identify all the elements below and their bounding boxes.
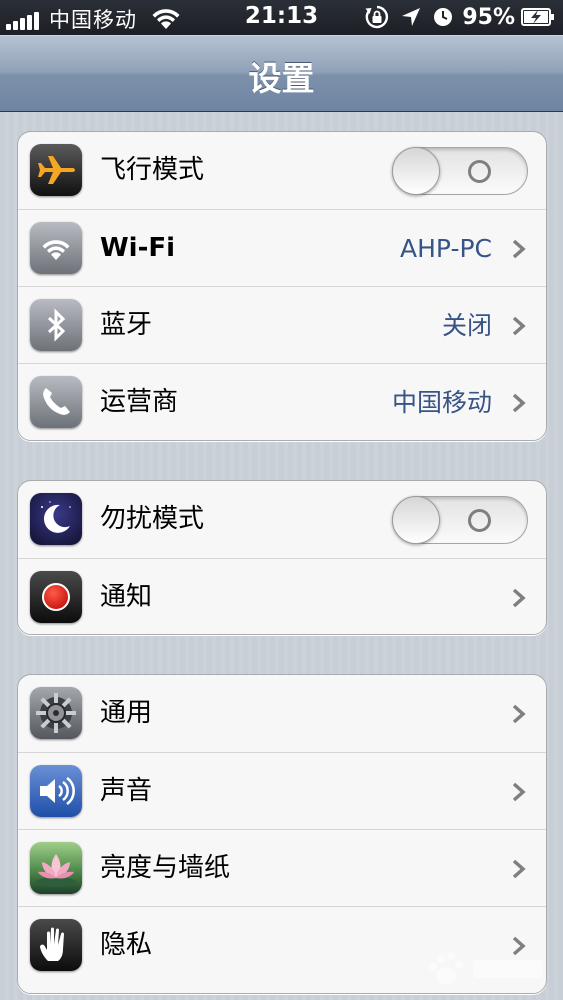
wifi-icon bbox=[30, 222, 82, 274]
general-label: 通用 bbox=[100, 698, 153, 728]
settings-row-wifi[interactable]: Wi-Fi AHP-PC bbox=[18, 209, 546, 286]
page-title: 设置 bbox=[248, 59, 315, 98]
airplane-mode-label: 飞行模式 bbox=[100, 155, 205, 185]
lotus-icon bbox=[30, 842, 82, 894]
toggle-off-indicator bbox=[468, 160, 491, 183]
do-not-disturb-label: 勿扰模式 bbox=[100, 504, 205, 534]
wifi-value: AHP-PC bbox=[400, 234, 492, 263]
rotation-lock-icon bbox=[365, 5, 389, 29]
toggle-knob[interactable] bbox=[392, 147, 440, 195]
notification-icon bbox=[30, 571, 82, 623]
chevron-right-icon bbox=[512, 393, 526, 413]
carrier-value: 中国移动 bbox=[391, 388, 492, 417]
status-bar-right: 95% bbox=[354, 4, 555, 30]
alarm-clock-icon bbox=[434, 8, 453, 26]
settings-row-airplane-mode: 飞行模式 bbox=[18, 132, 546, 209]
settings-row-brightness-wallpaper[interactable]: 亮度与墙纸 bbox=[18, 829, 546, 906]
location-arrow-icon bbox=[402, 8, 421, 26]
sounds-label: 声音 bbox=[100, 776, 153, 806]
chevron-right-icon bbox=[512, 704, 526, 724]
navigation-bar: 设置 bbox=[0, 35, 563, 112]
toggle-off-indicator bbox=[468, 509, 491, 532]
settings-row-do-not-disturb: 勿扰模式 bbox=[18, 481, 546, 558]
moon-icon bbox=[30, 493, 82, 545]
settings-row-bluetooth[interactable]: 蓝牙 关闭 bbox=[18, 286, 546, 363]
battery-percentage: 95% bbox=[462, 4, 515, 30]
bluetooth-label: 蓝牙 bbox=[100, 310, 153, 340]
notifications-label: 通知 bbox=[100, 582, 153, 612]
settings-row-notifications[interactable]: 通知 bbox=[18, 558, 546, 634]
chevron-right-icon bbox=[512, 316, 526, 336]
settings-group-connectivity: 飞行模式 Wi-Fi AHP-PC 蓝牙 关闭 运营商 中国移动 bbox=[17, 131, 547, 441]
battery-charging-icon bbox=[521, 8, 554, 26]
toggle-knob[interactable] bbox=[392, 496, 440, 544]
gear-icon bbox=[30, 687, 82, 739]
privacy-label: 隐私 bbox=[100, 930, 153, 960]
bluetooth-value: 关闭 bbox=[441, 311, 492, 340]
settings-group-notifications: 勿扰模式 通知 bbox=[17, 480, 547, 635]
airplane-icon bbox=[30, 144, 82, 196]
speaker-icon bbox=[30, 765, 82, 817]
watermark-logo bbox=[429, 952, 543, 984]
do-not-disturb-toggle[interactable] bbox=[392, 496, 528, 544]
airplane-mode-toggle[interactable] bbox=[392, 147, 528, 195]
settings-row-sounds[interactable]: 声音 bbox=[18, 752, 546, 829]
status-bar: 中国移动 21:13 95% bbox=[0, 0, 563, 35]
chevron-right-icon bbox=[512, 782, 526, 802]
carrier-label: 运营商 bbox=[100, 387, 179, 417]
hand-icon bbox=[30, 919, 82, 971]
wifi-label: Wi-Fi bbox=[100, 233, 176, 263]
phone-icon bbox=[30, 376, 82, 428]
settings-row-carrier[interactable]: 运营商 中国移动 bbox=[18, 363, 546, 440]
brightness-wallpaper-label: 亮度与墙纸 bbox=[100, 853, 231, 883]
chevron-right-icon bbox=[512, 588, 526, 608]
settings-row-general[interactable]: 通用 bbox=[18, 675, 546, 752]
chevron-right-icon bbox=[512, 239, 526, 259]
bluetooth-icon bbox=[30, 299, 82, 351]
chevron-right-icon bbox=[512, 859, 526, 879]
